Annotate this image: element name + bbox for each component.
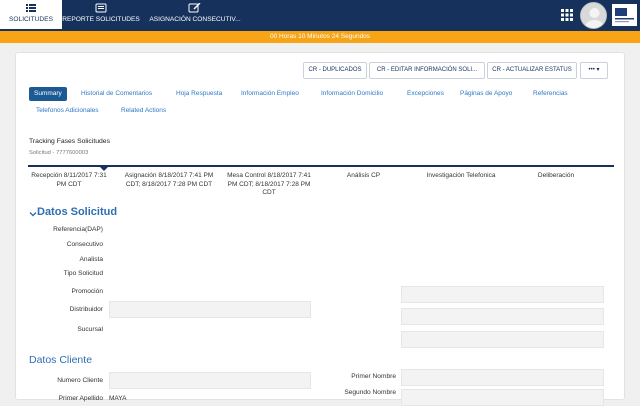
edit-icon — [188, 3, 201, 13]
nav-tab-asignacion-consecutivo[interactable]: ASIGNACIÓN CONSECUTIV... — [140, 0, 250, 31]
chevron-down-icon[interactable] — [29, 210, 37, 218]
right-field-1[interactable] — [401, 286, 604, 303]
phase-analisis-cp: Análisis CP — [346, 172, 381, 179]
tab-referencias[interactable]: Referencias — [533, 87, 568, 101]
datos-solicitud-heading[interactable]: Datos Solicitud — [37, 206, 117, 218]
user-silhouette-icon — [584, 8, 605, 28]
segundo-nombre-label: Segundo Nombre — [344, 389, 396, 396]
datos-cliente-heading: Datos Cliente — [29, 354, 93, 366]
tab-paginas-apoyo[interactable]: Páginas de Apoyo — [460, 87, 512, 101]
tab-excepciones[interactable]: Excepciones — [407, 87, 444, 101]
solicitud-record-card: CR - DUPLICADOS CR - EDITAR INFORMACIÓN … — [15, 52, 625, 406]
right-field-2[interactable] — [401, 308, 604, 325]
promocion-label: Promoción — [71, 288, 103, 295]
numero-cliente-label: Numero Cliente — [57, 377, 103, 384]
cr-actualizar-estatus-button[interactable]: CR - ACTUALIZAR ESTATUS — [487, 62, 577, 79]
primer-apellido-label: Primer Apellido — [58, 395, 103, 402]
more-actions-button[interactable]: ••• ▾ — [580, 62, 608, 79]
phase-mesa-control: Mesa Control 8/18/2017 7:41 PM CDT; 8/18… — [227, 172, 311, 196]
primer-nombre-label: Primer Nombre — [351, 373, 396, 380]
right-field-3[interactable] — [401, 331, 604, 348]
cr-duplicados-button[interactable]: CR - DUPLICADOS — [303, 62, 367, 79]
list-icon — [26, 4, 36, 12]
tracking-progress-line — [28, 165, 614, 167]
distribuidor-field[interactable] — [109, 301, 311, 318]
nav-tab-reporte-solicitudes[interactable]: REPORTE SOLICITUDES — [62, 0, 140, 31]
nav-tab-solicitudes[interactable]: SOLICITUDES — [0, 0, 62, 31]
current-phase-marker — [99, 166, 109, 171]
sucursal-label: Sucursal — [77, 326, 103, 333]
phase-recepcion: Recepción 8/11/2017 7:31 PM CDT — [31, 172, 107, 188]
tab-historial-comentarios[interactable]: Historial de Comentarios — [81, 87, 152, 101]
phase-investigacion-telefonica: Investigación Telefonica — [426, 172, 496, 179]
tipo-solicitud-label: Tipo Solicitud — [63, 270, 103, 277]
tab-summary[interactable]: Summary — [29, 87, 67, 101]
company-logo — [612, 4, 637, 26]
phase-asignacion: Asignación 8/18/2017 7:41 PM CDT; 8/18/2… — [124, 172, 214, 188]
primer-nombre-field[interactable] — [401, 369, 604, 386]
tab-telefonos-adicionales[interactable]: Telefonos Adicionales — [36, 104, 99, 118]
nav-tab-label: REPORTE SOLICITUDES — [62, 16, 140, 23]
numero-cliente-field[interactable] — [109, 372, 311, 389]
tab-related-actions[interactable]: Related Actions — [121, 104, 166, 118]
segundo-nombre-field[interactable] — [401, 389, 604, 406]
tab-hoja-respuesta[interactable]: Hoja Respuesta — [176, 87, 222, 101]
nav-tab-label: ASIGNACIÓN CONSECUTIV... — [149, 16, 241, 23]
user-avatar[interactable] — [580, 2, 607, 29]
analista-label: Analista — [79, 256, 103, 263]
tracking-title: Tracking Fases Solicitudes — [29, 138, 110, 145]
tab-informacion-empleo[interactable]: Información Empleo — [241, 87, 299, 101]
phase-deliberacion: Deliberación — [537, 172, 575, 179]
primer-apellido-value: MAYA — [109, 395, 127, 402]
tracking-subtitle: Solicitud - 7777600003 — [29, 150, 89, 156]
referencia-label: Referencia(DAP) — [53, 226, 103, 233]
top-navigation-bar: SOLICITUDES REPORTE SOLICITUDES ASIGNACI… — [0, 0, 640, 31]
tab-informacion-domicilio[interactable]: Información Domicilio — [321, 87, 383, 101]
nav-tab-label: SOLICITUDES — [9, 16, 53, 23]
consecutivo-label: Consecutivo — [66, 241, 103, 248]
session-timer-bar: 00 Horas 10 Minutos 24 Segundos — [0, 31, 640, 43]
cr-editar-informacion-button[interactable]: CR - EDITAR INFORMACIÓN SOLI... — [369, 62, 485, 79]
report-icon — [95, 3, 107, 13]
distribuidor-label: Distribuidor — [69, 306, 103, 313]
app-launcher-icon[interactable] — [561, 9, 573, 21]
